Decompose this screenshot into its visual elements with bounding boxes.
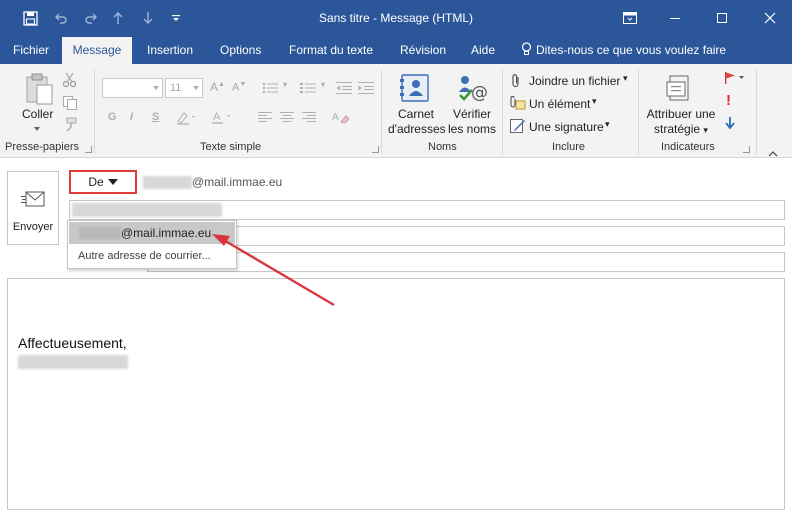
- message-body[interactable]: Affectueusement,: [7, 278, 785, 510]
- font-color-icon[interactable]: A: [212, 110, 234, 128]
- grow-font-icon[interactable]: A▲: [210, 80, 225, 94]
- paste-icon[interactable]: [22, 72, 56, 106]
- underline-button[interactable]: S: [152, 111, 159, 123]
- tell-me-search[interactable]: Dites-nous ce que vous voulez faire: [521, 36, 726, 64]
- maximize-icon[interactable]: [702, 0, 742, 36]
- basic-text-launcher-icon[interactable]: [372, 146, 379, 153]
- policy-icon[interactable]: [664, 72, 696, 104]
- follow-up-flag-icon[interactable]: [724, 71, 746, 88]
- attach-file-dropdown-icon: ▾: [623, 73, 628, 83]
- check-names-icon[interactable]: @: [456, 72, 488, 104]
- subject-field[interactable]: [147, 252, 785, 272]
- tab-aide[interactable]: Aide: [471, 36, 495, 64]
- tell-me-label: Dites-nous ce que vous voulez faire: [536, 43, 727, 57]
- high-importance-icon[interactable]: !: [726, 92, 731, 109]
- svg-text:@: @: [471, 83, 488, 103]
- group-label-include: Inclure: [552, 141, 586, 153]
- paperclip-icon: [510, 73, 522, 92]
- signature-icon: [510, 118, 526, 137]
- signature-dropdown-icon: ▾: [605, 119, 610, 129]
- send-label: Envoyer: [12, 221, 54, 233]
- svg-text:A: A: [213, 111, 221, 123]
- caret-down-icon: [107, 179, 118, 185]
- clipboard-launcher-icon[interactable]: [85, 146, 92, 153]
- menu-item-account[interactable]: @mail.immae.eu: [69, 222, 235, 244]
- group-label-tags: Indicateurs: [661, 141, 715, 153]
- redo-icon[interactable]: [80, 0, 102, 36]
- arrow-down-icon[interactable]: [138, 0, 158, 36]
- group-label-names: Noms: [428, 141, 457, 153]
- highlight-color-icon[interactable]: [176, 111, 198, 128]
- bold-button[interactable]: G: [108, 111, 117, 123]
- tags-launcher-icon[interactable]: [743, 146, 750, 153]
- arrow-up-icon[interactable]: [108, 0, 128, 36]
- clear-formatting-icon[interactable]: A: [332, 110, 350, 127]
- tab-revision[interactable]: Révision: [400, 36, 446, 64]
- undo-icon[interactable]: [50, 0, 72, 36]
- ribbon: Coller Presse-papiers 11 A▲ A▼ ▾ ▾ G I S…: [0, 64, 792, 158]
- redacted-signature: [18, 355, 128, 369]
- attach-item-dropdown-icon: ▾: [592, 96, 597, 106]
- assign-policy-button[interactable]: Attribuer une stratégie ▾: [644, 107, 718, 138]
- align-left-icon[interactable]: [258, 112, 272, 126]
- address-book-icon[interactable]: [399, 72, 431, 104]
- ribbon-tabs: Fichier Message Insertion Options Format…: [0, 36, 792, 64]
- cut-icon[interactable]: [62, 72, 78, 88]
- bullets-icon[interactable]: [262, 82, 280, 97]
- paste-dropdown-icon[interactable]: [34, 127, 40, 131]
- redacted-username: [79, 227, 121, 239]
- minimize-icon[interactable]: [655, 0, 695, 36]
- align-center-icon[interactable]: [280, 112, 294, 126]
- decrease-indent-icon[interactable]: [336, 82, 352, 97]
- tab-format-du-texte[interactable]: Format du texte: [289, 36, 373, 64]
- align-right-icon[interactable]: [302, 112, 316, 126]
- lightbulb-icon: [521, 38, 532, 66]
- from-account-menu: @mail.immae.eu Autre adresse de courrier…: [67, 220, 237, 269]
- attach-item-icon: [510, 95, 526, 114]
- check-names-button[interactable]: Vérifier les noms: [446, 107, 498, 137]
- svg-text:A: A: [332, 112, 339, 123]
- numbering-icon[interactable]: [300, 82, 318, 97]
- paste-button[interactable]: Coller: [22, 107, 53, 121]
- low-importance-icon[interactable]: [725, 116, 735, 133]
- group-label-clipboard: Presse-papiers: [5, 141, 79, 153]
- format-painter-icon[interactable]: [62, 117, 78, 133]
- shrink-font-icon[interactable]: A▼: [232, 81, 246, 94]
- tab-message[interactable]: Message: [62, 37, 132, 64]
- send-icon: [21, 189, 47, 214]
- group-label-basic-text: Texte simple: [200, 141, 262, 153]
- body-greeting: Affectueusement,: [18, 335, 127, 351]
- ribbon-display-icon[interactable]: [612, 0, 648, 36]
- send-button[interactable]: Envoyer: [7, 171, 59, 245]
- to-field[interactable]: [69, 200, 785, 220]
- title-bar: Sans titre - Message (HTML): [0, 0, 792, 36]
- address-book-button[interactable]: Carnet d'adresses: [388, 107, 446, 137]
- customize-toolbar-icon[interactable]: [168, 0, 184, 36]
- from-button[interactable]: De: [69, 170, 137, 194]
- copy-icon[interactable]: [62, 95, 78, 111]
- close-icon[interactable]: [748, 0, 792, 36]
- tab-options[interactable]: Options: [220, 36, 261, 64]
- tab-fichier[interactable]: Fichier: [13, 36, 49, 64]
- italic-button[interactable]: I: [130, 111, 133, 123]
- menu-item-other-address[interactable]: Autre adresse de courrier...: [69, 245, 235, 267]
- tab-insertion[interactable]: Insertion: [147, 36, 193, 64]
- collapse-ribbon-icon[interactable]: [768, 146, 778, 160]
- save-icon[interactable]: [18, 0, 42, 36]
- font-name-combo[interactable]: [102, 78, 163, 98]
- redacted-username: [143, 176, 192, 189]
- increase-indent-icon[interactable]: [358, 82, 374, 97]
- font-size-combo[interactable]: 11: [165, 78, 203, 98]
